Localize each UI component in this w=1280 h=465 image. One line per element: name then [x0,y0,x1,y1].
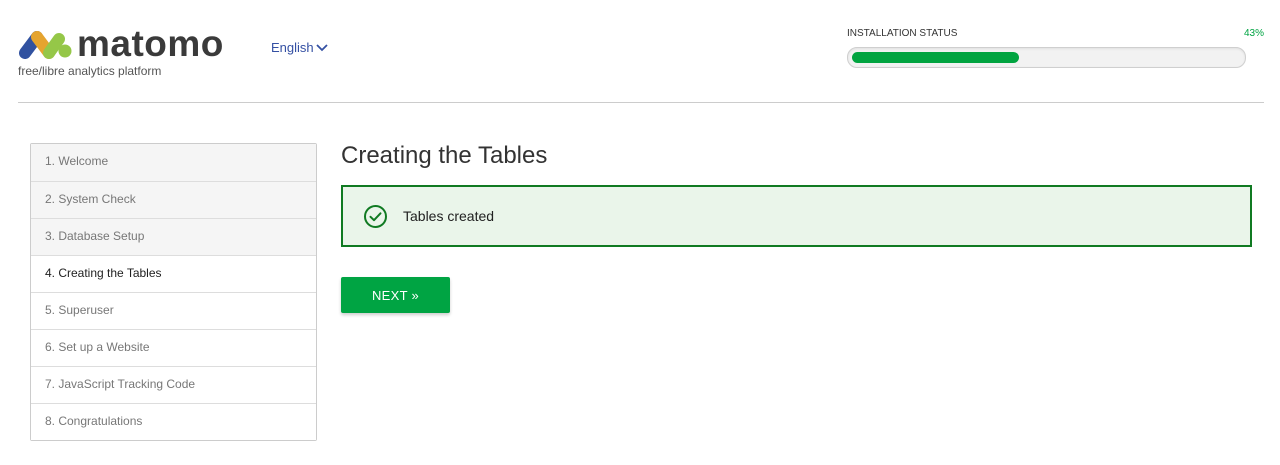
brand-name: matomo [77,23,224,64]
matomo-logo[interactable]: matomo [18,23,224,64]
page-title: Creating the Tables [341,142,548,169]
installation-progress-fill [852,52,1019,63]
installation-status-label: INSTALLATION STATUS [847,28,958,39]
step-welcome: 1. Welcome [31,144,316,181]
check-circle-icon [363,204,388,229]
installation-steps-sidebar: 1. Welcome 2. System Check 3. Database S… [30,143,317,441]
language-label: English [271,40,314,55]
matomo-logo-icon [18,29,72,59]
success-alert: Tables created [341,185,1252,247]
chevron-down-icon [316,40,328,55]
step-system-check: 2. System Check [31,181,316,218]
alert-message: Tables created [403,208,495,224]
installation-status-percent: 43% [1243,28,1264,39]
step-setup-website: 6. Set up a Website [31,329,316,366]
brand-tagline: free/libre analytics platform [18,64,162,78]
step-superuser: 5. Superuser [31,292,316,329]
step-tracking-code: 7. JavaScript Tracking Code [31,366,316,403]
step-creating-tables: 4. Creating the Tables [31,255,316,292]
language-selector[interactable]: English [271,40,328,55]
installation-progress-bar [847,47,1246,68]
next-button[interactable]: NEXT » [341,277,450,313]
step-congratulations: 8. Congratulations [31,403,316,440]
step-database-setup: 3. Database Setup [31,218,316,255]
